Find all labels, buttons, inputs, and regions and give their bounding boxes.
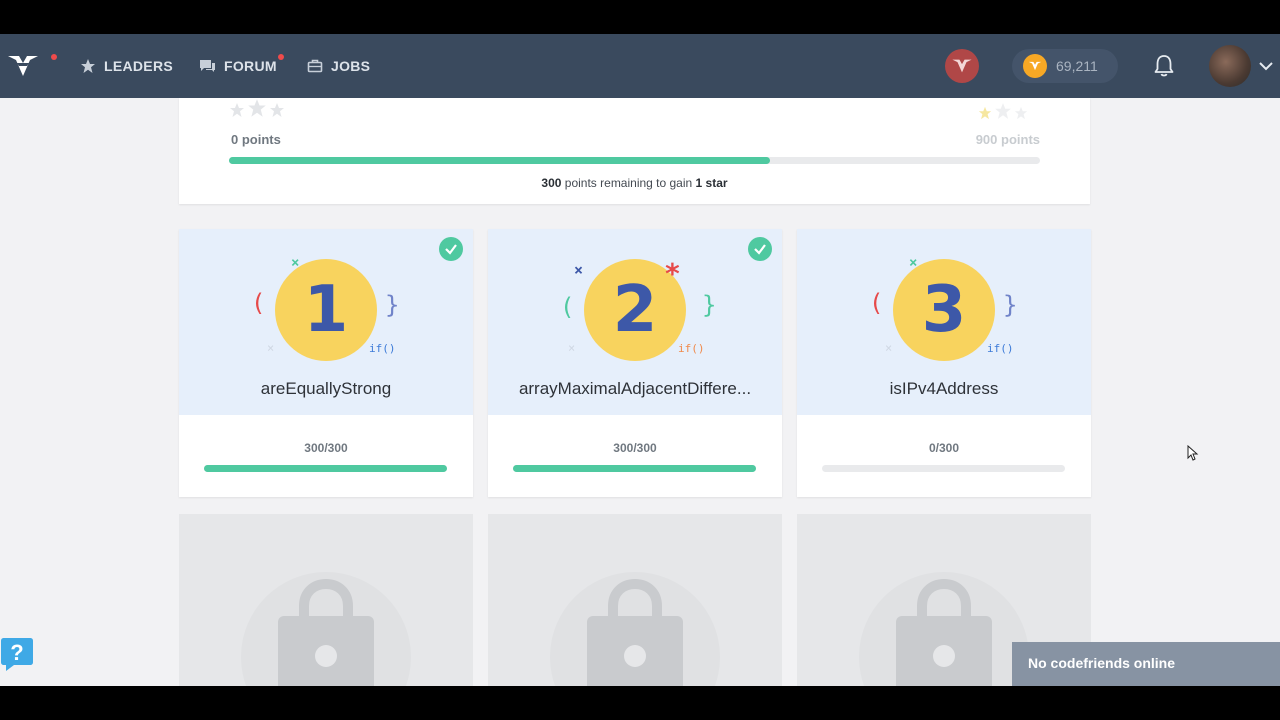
lock-icon xyxy=(896,578,992,686)
target-points-label: 900 points xyxy=(975,132,1040,147)
remaining-points-value: 300 xyxy=(541,176,562,190)
challenge-score: 300/300 xyxy=(613,441,657,455)
nav-jobs[interactable]: JOBS xyxy=(307,56,370,76)
asterisk-decoration: * xyxy=(664,257,681,290)
cross-decoration: × xyxy=(885,341,893,355)
challenge-number: 2 xyxy=(612,273,658,347)
challenge-progress-fill xyxy=(204,465,447,472)
challenge-score: 0/300 xyxy=(928,441,960,455)
nav-jobs-label: JOBS xyxy=(331,58,371,74)
points-progress-fill xyxy=(229,157,770,164)
lock-icon xyxy=(587,578,683,686)
chat-icon xyxy=(200,60,215,72)
coins-balance[interactable]: 69,211 xyxy=(1012,49,1118,83)
challenge-card-3[interactable]: ( × × 3 } if() isIPv4Address 0/300 xyxy=(797,229,1091,497)
challenge-card-1[interactable]: ( × × 1 } if() areEquallyStrong 300/300 xyxy=(179,229,473,497)
if-decoration: if() xyxy=(987,342,1014,355)
app-viewport: LEADERS FORUM JOBS 69,211 0 points 900 p… xyxy=(0,34,1280,686)
star-icon xyxy=(270,103,284,117)
paren-decoration: ( xyxy=(560,293,575,321)
paren-decoration: ( xyxy=(251,289,266,317)
completed-check-icon xyxy=(439,237,463,261)
brace-decoration: } xyxy=(385,291,400,319)
challenge-medal: 1 xyxy=(275,259,377,361)
challenge-progress-bar xyxy=(204,465,447,472)
star-icon xyxy=(995,103,1011,119)
codefights-logo-icon xyxy=(952,59,972,73)
codefights-logo-icon[interactable] xyxy=(6,52,40,80)
completed-check-icon xyxy=(748,237,772,261)
star-icon xyxy=(230,103,244,117)
user-avatar[interactable] xyxy=(1209,45,1251,87)
star-icon xyxy=(81,59,95,73)
challenge-title: isIPv4Address xyxy=(889,379,999,398)
challenge-progress-bar xyxy=(513,465,756,472)
mouse-cursor-icon xyxy=(1187,445,1199,461)
challenge-card-2[interactable]: ( × × 2 * } if() arrayMaximalAdjacentDif… xyxy=(488,229,782,497)
lock-icon xyxy=(278,578,374,686)
cross-decoration: × xyxy=(267,341,275,355)
brace-decoration: } xyxy=(1003,291,1018,319)
window-bottom-letterbox xyxy=(0,686,1280,720)
cross-decoration: × xyxy=(574,261,584,279)
brace-decoration: } xyxy=(702,291,717,319)
logo-notification-dot xyxy=(51,54,57,60)
star-icon xyxy=(248,99,266,117)
briefcase-icon xyxy=(307,59,323,73)
points-progress-bar xyxy=(229,157,1040,164)
top-navigation: LEADERS FORUM JOBS 69,211 xyxy=(0,34,1280,98)
if-decoration: if() xyxy=(369,342,396,355)
challenge-title: arrayMaximalAdjacentDiffere... xyxy=(518,379,752,398)
help-question-icon[interactable]: ? xyxy=(0,636,34,672)
remaining-points-text: points remaining to gain xyxy=(561,176,696,190)
notifications-bell-icon[interactable] xyxy=(1150,52,1178,80)
nav-leaders[interactable]: LEADERS xyxy=(80,56,173,76)
level-badge[interactable] xyxy=(945,49,979,83)
challenge-score: 300/300 xyxy=(304,441,348,455)
challenge-number: 3 xyxy=(921,273,967,347)
svg-text:?: ? xyxy=(10,640,23,665)
cross-decoration: × xyxy=(568,341,576,355)
coins-value: 69,211 xyxy=(1056,58,1098,74)
right-stars xyxy=(978,102,1028,120)
left-stars xyxy=(229,99,285,118)
star-icon xyxy=(978,106,992,120)
window-top-letterbox xyxy=(0,0,1280,34)
nav-forum[interactable]: FORUM xyxy=(199,56,277,76)
start-points-label: 0 points xyxy=(231,132,281,147)
challenge-progress-bar xyxy=(822,465,1065,472)
star-progress-card: 0 points 900 points 300 points remaining… xyxy=(179,98,1090,204)
nav-leaders-label: LEADERS xyxy=(104,58,173,74)
points-remaining-text: 300 points remaining to gain 1 star xyxy=(179,176,1090,190)
coin-icon xyxy=(1023,54,1047,78)
locked-challenge-card xyxy=(179,514,473,686)
forum-notification-dot xyxy=(278,54,284,60)
challenge-medal: 3 xyxy=(893,259,995,361)
codefriends-panel[interactable]: No codefriends online xyxy=(1012,642,1280,686)
challenge-progress-fill xyxy=(513,465,756,472)
paren-decoration: ( xyxy=(869,289,884,317)
remaining-goal: 1 star xyxy=(695,176,728,190)
challenge-number: 1 xyxy=(303,273,349,347)
chevron-down-icon[interactable] xyxy=(1258,58,1274,74)
if-decoration: if() xyxy=(678,342,705,355)
challenge-title: areEquallyStrong xyxy=(260,379,392,398)
locked-challenge-card xyxy=(488,514,782,686)
star-icon xyxy=(1014,106,1028,120)
nav-forum-label: FORUM xyxy=(224,58,277,74)
